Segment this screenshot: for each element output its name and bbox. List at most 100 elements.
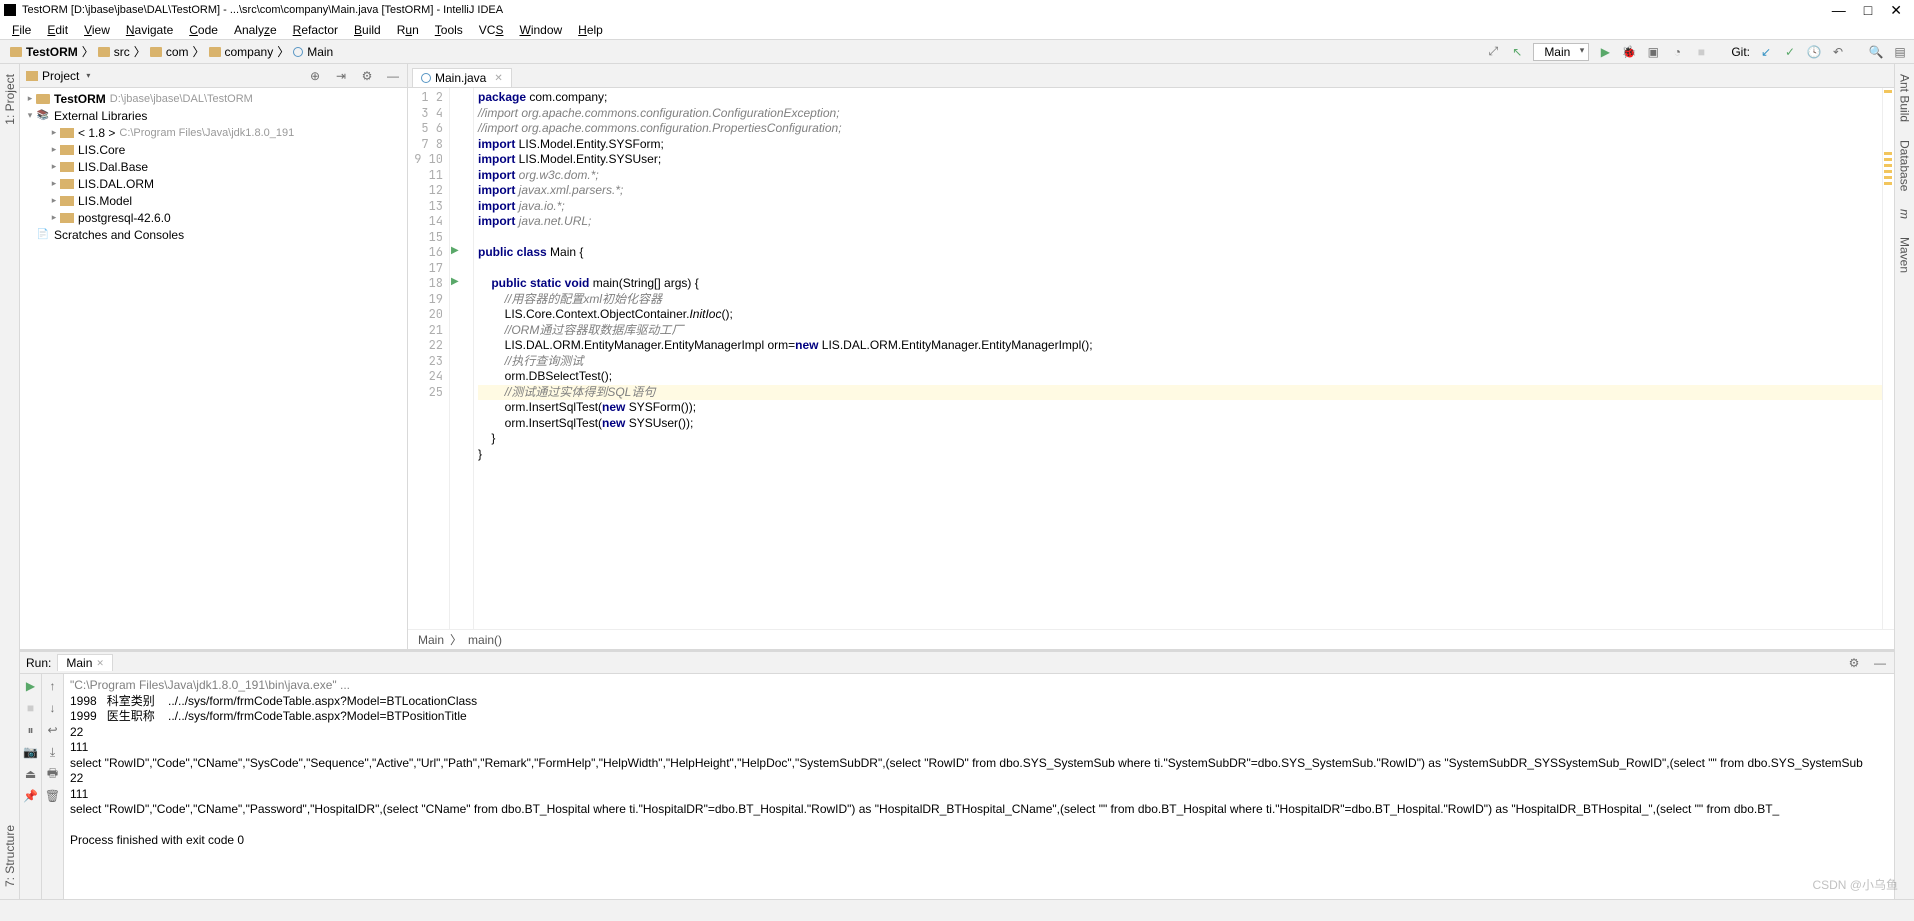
menu-view[interactable]: View bbox=[78, 23, 116, 37]
window-title: TestORM [D:\jbase\jbase\DAL\TestORM] - .… bbox=[22, 4, 1832, 16]
coverage-icon[interactable]: ▣ bbox=[1645, 44, 1661, 60]
tree-external-libs[interactable]: ▾External Libraries bbox=[20, 107, 407, 124]
rerun-icon[interactable]: ▶ bbox=[23, 678, 39, 694]
tree-root[interactable]: ▸TestORMD:\jbase\jbase\DAL\TestORM bbox=[20, 90, 407, 107]
fold-gutter[interactable] bbox=[464, 88, 474, 629]
tree-lib[interactable]: ▸LIS.Model bbox=[20, 192, 407, 209]
code-editor[interactable]: package com.company; //import org.apache… bbox=[474, 88, 1882, 629]
close-icon[interactable]: ✕ bbox=[96, 658, 104, 669]
close-tab-icon[interactable]: ✕ bbox=[494, 73, 502, 84]
locate-icon[interactable]: ⊕ bbox=[307, 68, 323, 84]
git-revert-icon[interactable]: ↶ bbox=[1830, 44, 1846, 60]
menu-code[interactable]: Code bbox=[183, 23, 224, 37]
folder-icon bbox=[98, 47, 110, 57]
class-icon bbox=[293, 47, 303, 57]
window-titlebar: TestORM [D:\jbase\jbase\DAL\TestORM] - .… bbox=[0, 0, 1914, 20]
breadcrumb-src[interactable]: src bbox=[94, 45, 134, 59]
tree-lib[interactable]: ▸LIS.Dal.Base bbox=[20, 158, 407, 175]
tree-jdk[interactable]: ▸< 1.8 >C:\Program Files\Java\jdk1.8.0_1… bbox=[20, 124, 407, 141]
down-icon[interactable]: ↓ bbox=[45, 700, 61, 716]
expand-icon[interactable]: ⤢ bbox=[1485, 44, 1501, 60]
tool-maven-tab2[interactable]: Maven bbox=[1898, 233, 1912, 277]
tool-structure-tab[interactable]: 7: Structure bbox=[3, 821, 17, 891]
menu-refactor[interactable]: Refactor bbox=[287, 23, 344, 37]
editor-tab-main[interactable]: Main.java ✕ bbox=[412, 68, 512, 87]
tree-lib[interactable]: ▸LIS.DAL.ORM bbox=[20, 175, 407, 192]
pause-icon[interactable]: ⏸ bbox=[23, 722, 39, 738]
run-toolbar-2: ↑ ↓ ↩ ⤓ 🖶 🗑 bbox=[42, 674, 64, 899]
run-line-icon[interactable]: ▶ bbox=[451, 245, 459, 256]
main-menu: File Edit View Navigate Code Analyze Ref… bbox=[0, 20, 1914, 40]
tool-database-tab[interactable]: Database bbox=[1898, 136, 1912, 195]
tree-lib[interactable]: ▸LIS.Core bbox=[20, 141, 407, 158]
menu-vcs[interactable]: VCS bbox=[473, 23, 510, 37]
dump-icon[interactable]: 📷 bbox=[23, 744, 39, 760]
up-icon[interactable]: ↑ bbox=[45, 678, 61, 694]
menu-run[interactable]: Run bbox=[391, 23, 425, 37]
wrap-icon[interactable]: ↩ bbox=[45, 722, 61, 738]
module-icon bbox=[10, 47, 22, 57]
tool-maven-tab[interactable]: m bbox=[1898, 205, 1912, 223]
run-config-select[interactable]: Main bbox=[1533, 43, 1589, 61]
search-icon[interactable]: 🔍 bbox=[1868, 44, 1884, 60]
git-label: Git: bbox=[1731, 45, 1750, 59]
stop-icon[interactable]: ■ bbox=[1693, 44, 1709, 60]
class-icon bbox=[421, 73, 431, 83]
status-bar bbox=[0, 899, 1914, 921]
gear-icon[interactable]: ⚙ bbox=[1846, 655, 1862, 671]
right-tool-stripe: Ant Build Database m Maven bbox=[1894, 64, 1914, 899]
pin-icon[interactable]: 📌 bbox=[23, 788, 39, 804]
tool-project-tab[interactable]: 1: Project bbox=[3, 70, 17, 129]
menu-navigate[interactable]: Navigate bbox=[120, 23, 179, 37]
git-commit-icon[interactable]: ✓ bbox=[1782, 44, 1798, 60]
navigation-bar: TestORM 〉 src 〉 com 〉 company 〉 Main ⤢ ↖… bbox=[0, 40, 1914, 64]
project-tool-window: Project ⊕ ⇥ ⚙ — ▸TestORMD:\jbase\jbase\D… bbox=[20, 64, 408, 649]
git-history-icon[interactable]: 🕓 bbox=[1806, 44, 1822, 60]
scroll-icon[interactable]: ⤓ bbox=[45, 744, 61, 760]
project-view-select[interactable]: Project bbox=[26, 69, 90, 83]
run-icon[interactable]: ▶ bbox=[1597, 44, 1613, 60]
profile-icon[interactable]: ◔ bbox=[1669, 44, 1685, 60]
collapse-icon[interactable]: ⇥ bbox=[333, 68, 349, 84]
print-icon[interactable]: 🖶 bbox=[45, 766, 61, 782]
exit-icon[interactable]: ⏏ bbox=[23, 766, 39, 782]
run-gutter[interactable]: ▶ ▶ bbox=[450, 88, 464, 629]
editor-breadcrumb[interactable]: Main〉main() bbox=[408, 629, 1894, 649]
debug-icon[interactable]: 🐞 bbox=[1621, 44, 1637, 60]
editor-area: Main.java ✕ 1 2 3 4 5 6 7 8 9 10 11 12 1… bbox=[408, 64, 1894, 649]
folder-icon bbox=[209, 47, 221, 57]
back-icon[interactable]: ↖ bbox=[1509, 44, 1525, 60]
tool-ant-tab[interactable]: Ant Build bbox=[1898, 70, 1912, 126]
gear-icon[interactable]: ⚙ bbox=[359, 68, 375, 84]
clear-icon[interactable]: 🗑 bbox=[45, 788, 61, 804]
run-tool-window: Run: Main✕ ⚙ — ▶ ■ ⏸ 📷 ⏏ 📌 ↑ ↓ bbox=[20, 649, 1894, 899]
folder-icon bbox=[150, 47, 162, 57]
breadcrumb-root[interactable]: TestORM bbox=[6, 45, 82, 59]
run-label: Run: bbox=[26, 656, 51, 670]
breadcrumb-main[interactable]: Main bbox=[289, 45, 337, 59]
menu-window[interactable]: Window bbox=[513, 23, 568, 37]
tree-scratches[interactable]: Scratches and Consoles bbox=[20, 226, 407, 243]
tree-lib[interactable]: ▸postgresql-42.6.0 bbox=[20, 209, 407, 226]
menu-help[interactable]: Help bbox=[572, 23, 609, 37]
hide-icon[interactable]: — bbox=[385, 68, 401, 84]
menu-edit[interactable]: Edit bbox=[41, 23, 74, 37]
run-line-icon[interactable]: ▶ bbox=[451, 276, 459, 287]
run-tab-main[interactable]: Main✕ bbox=[57, 654, 113, 671]
maximize-icon[interactable]: □ bbox=[1864, 2, 1872, 19]
git-update-icon[interactable]: ↙ bbox=[1758, 44, 1774, 60]
line-gutter[interactable]: 1 2 3 4 5 6 7 8 9 10 11 12 13 14 15 16 1… bbox=[408, 88, 450, 629]
menu-tools[interactable]: Tools bbox=[429, 23, 469, 37]
ide-icon[interactable]: ▤ bbox=[1892, 44, 1908, 60]
breadcrumb-company[interactable]: company bbox=[205, 45, 278, 59]
menu-file[interactable]: File bbox=[6, 23, 37, 37]
error-stripe[interactable] bbox=[1882, 88, 1894, 629]
console-output[interactable]: "C:\Program Files\Java\jdk1.8.0_191\bin\… bbox=[64, 674, 1894, 899]
menu-build[interactable]: Build bbox=[348, 23, 387, 37]
close-icon[interactable]: ✕ bbox=[1890, 2, 1902, 19]
menu-analyze[interactable]: Analyze bbox=[228, 23, 283, 37]
breadcrumb-com[interactable]: com bbox=[146, 45, 193, 59]
minimize-icon[interactable]: — bbox=[1832, 2, 1846, 19]
hide-icon[interactable]: — bbox=[1872, 655, 1888, 671]
stop-icon[interactable]: ■ bbox=[23, 700, 39, 716]
